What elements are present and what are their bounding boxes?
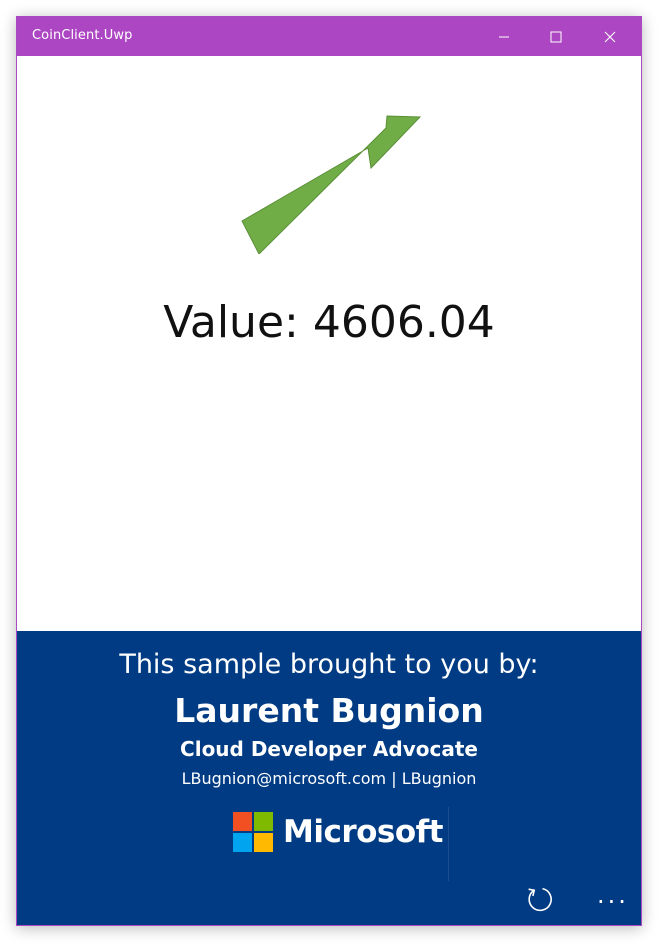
more-button[interactable]: ... <box>593 879 633 919</box>
logo-divider <box>448 807 449 881</box>
window-title: CoinClient.Uwp <box>32 28 133 43</box>
brought-by-text: This sample brought to you by: <box>119 649 539 680</box>
value-number: 4606.04 <box>312 297 495 348</box>
microsoft-logo-icon <box>233 812 273 852</box>
logo-square-green <box>254 812 273 831</box>
close-button[interactable] <box>587 17 633 56</box>
app-window: CoinClient.Uwp Value: 4606.04 This sampl… <box>16 16 642 926</box>
main-content: Value: 4606.04 <box>17 56 641 631</box>
value-label: Value: <box>163 297 299 348</box>
more-icon: ... <box>597 881 629 909</box>
maximize-icon <box>550 31 562 42</box>
author-contact: LBugnion@microsoft.com | LBugnion <box>181 769 477 788</box>
author-name: Laurent Bugnion <box>174 691 484 730</box>
author-role: Cloud Developer Advocate <box>180 737 478 761</box>
logo-square-red <box>233 812 252 831</box>
close-icon <box>604 31 616 42</box>
microsoft-logo: Microsoft <box>233 811 444 853</box>
microsoft-logo-text: Microsoft <box>283 814 444 850</box>
minimize-icon <box>499 36 509 37</box>
refresh-icon <box>528 887 552 912</box>
coin-value-display: Value: 4606.04 <box>17 297 641 348</box>
title-bar[interactable]: CoinClient.Uwp <box>17 17 641 56</box>
minimize-button[interactable] <box>481 17 527 56</box>
logo-square-yellow <box>254 833 273 852</box>
sponsor-footer: This sample brought to you by: Laurent B… <box>17 631 641 925</box>
maximize-button[interactable] <box>533 17 579 56</box>
trend-up-arrow-icon <box>241 115 422 254</box>
refresh-button[interactable] <box>519 879 559 919</box>
logo-square-blue <box>233 833 252 852</box>
